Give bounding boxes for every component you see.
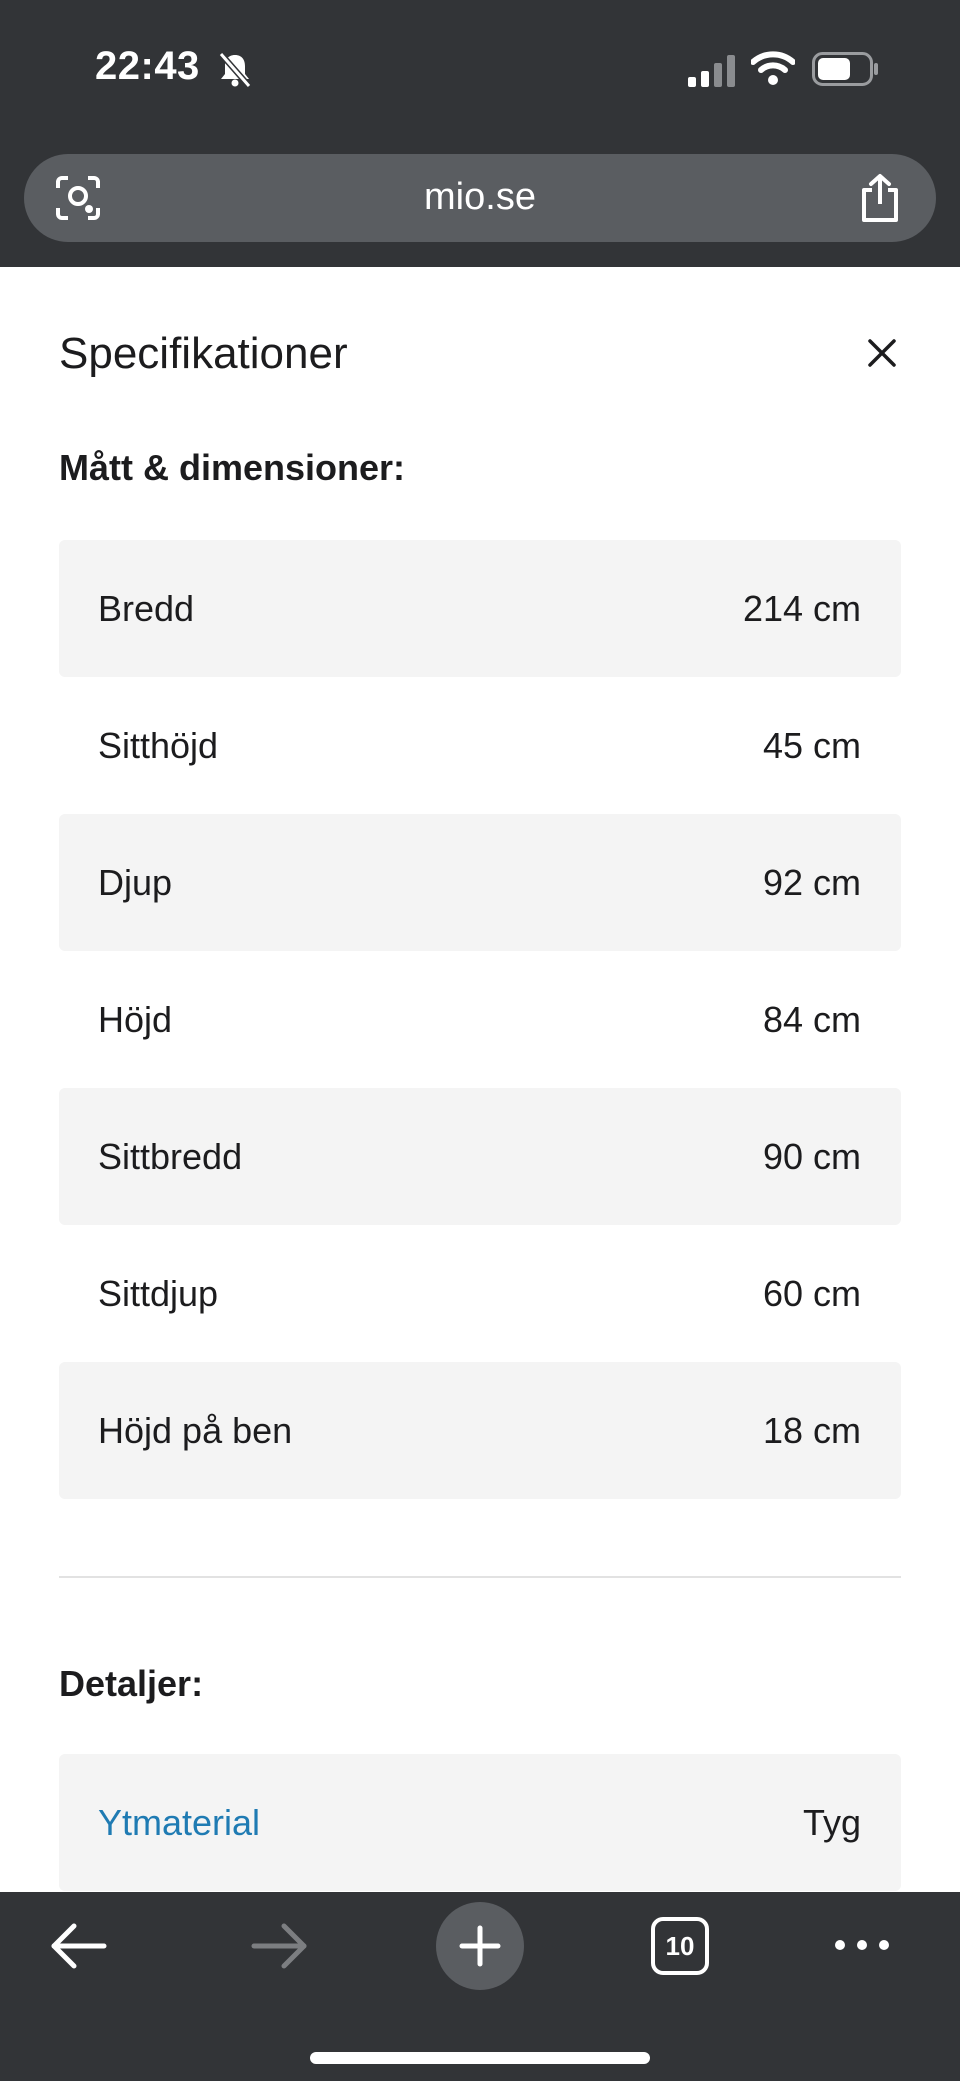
home-indicator — [310, 2052, 650, 2064]
close-icon[interactable] — [864, 335, 900, 376]
spec-value: 92 cm — [762, 861, 861, 903]
status-time: 22:43 — [95, 44, 200, 88]
dimensions-section-title: Mått & dimensioner: — [59, 447, 406, 488]
spec-row-sittdjup: Sittdjup 60 cm — [59, 1225, 901, 1362]
new-tab-button[interactable] — [436, 1902, 524, 1990]
spec-label: Djup — [98, 861, 173, 903]
spec-label: Bredd — [98, 587, 195, 629]
spec-row-sittbredd: Sittbredd 90 cm — [59, 1088, 901, 1225]
browser-top-bar: 22:43 mio.se — [0, 0, 960, 267]
spec-value: Tyg — [802, 1801, 861, 1843]
details-section-title: Detaljer: — [59, 1663, 204, 1704]
details-table: Ytmaterial Tyg — [59, 1754, 901, 1891]
tabs-button[interactable]: 10 — [650, 1916, 710, 1981]
spec-value: 90 cm — [762, 1135, 861, 1177]
plus-icon — [458, 1924, 502, 1973]
specifications-sheet: Specifikationer Mått & dimensioner: Bred… — [0, 267, 960, 1892]
spec-row-bredd: Bredd 214 cm — [59, 540, 901, 677]
spec-row-sitthojd: Sitthöjd 45 cm — [59, 677, 901, 814]
section-divider — [59, 1576, 901, 1578]
signal-icon — [688, 55, 736, 92]
spec-label: Höjd — [98, 998, 173, 1040]
spec-label: Sittbredd — [98, 1135, 243, 1177]
back-arrow-icon[interactable] — [46, 1916, 110, 1981]
forward-arrow-icon[interactable] — [248, 1916, 312, 1981]
tab-count: 10 — [665, 1931, 695, 1961]
spec-label: Höjd på ben — [98, 1409, 293, 1451]
share-icon[interactable] — [856, 172, 904, 229]
spec-row-hojd-pa-ben: Höjd på ben 18 cm — [59, 1362, 901, 1499]
more-icon[interactable] — [832, 1920, 892, 1975]
dimensions-table: Bredd 214 cm Sitthöjd 45 cm Djup 92 cm H… — [59, 540, 901, 1499]
spec-row-ytmaterial: Ytmaterial Tyg — [59, 1754, 901, 1891]
spec-value: 84 cm — [762, 998, 861, 1040]
browser-bottom-bar: 10 — [0, 1892, 960, 2081]
spec-value: 45 cm — [762, 724, 861, 766]
bell-slash-icon — [218, 52, 252, 93]
url-text[interactable]: mio.se — [24, 176, 936, 219]
spec-row-djup: Djup 92 cm — [59, 814, 901, 951]
sheet-title: Specifikationer — [59, 329, 348, 378]
spec-row-hojd: Höjd 84 cm — [59, 951, 901, 1088]
address-bar[interactable]: mio.se — [24, 154, 936, 242]
spec-label: Sitthöjd — [98, 724, 219, 766]
spec-value: 18 cm — [762, 1409, 861, 1451]
battery-icon — [812, 52, 880, 91]
ytmaterial-link[interactable]: Ytmaterial — [98, 1802, 260, 1844]
spec-label: Sittdjup — [98, 1272, 219, 1314]
spec-value: 60 cm — [762, 1272, 861, 1314]
spec-value: 214 cm — [742, 587, 861, 629]
wifi-icon — [750, 50, 796, 91]
